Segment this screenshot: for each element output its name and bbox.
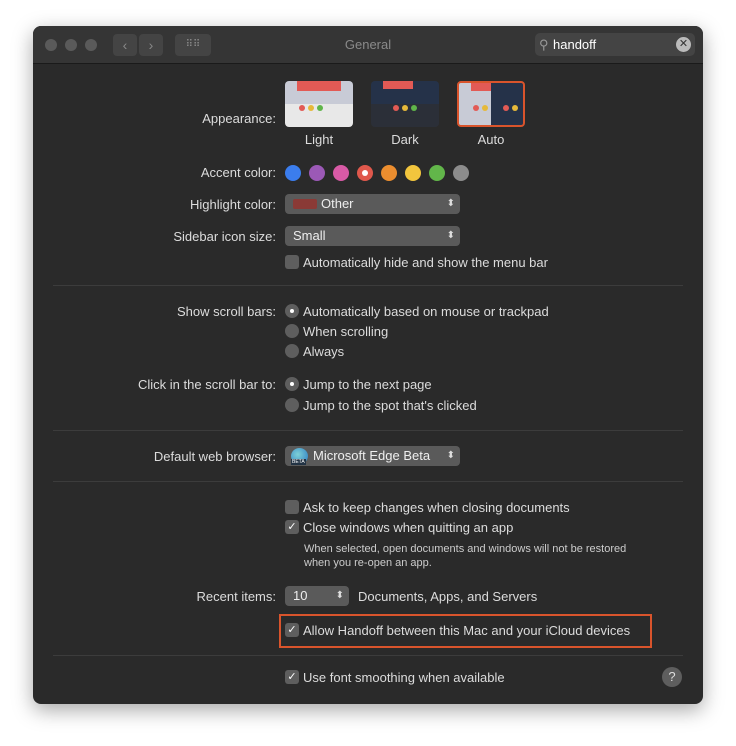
accent-swatch[interactable] [405, 165, 421, 181]
menubar-label: Automatically hide and show the menu bar [303, 255, 548, 270]
font-smoothing-checkbox[interactable]: ✓ [285, 670, 299, 684]
jump-spot-label: Jump to the spot that's clicked [303, 398, 477, 413]
recent-items-suffix: Documents, Apps, and Servers [358, 589, 538, 604]
scroll-always-radio[interactable] [285, 344, 299, 358]
font-smoothing-label: Use font smoothing when available [303, 670, 505, 685]
divider [53, 285, 683, 286]
handoff-label: Allow Handoff between this Mac and your … [303, 623, 631, 638]
magnifier-icon: ⚲ [539, 37, 549, 52]
appearance-light[interactable] [285, 81, 353, 127]
close-windows-checkbox[interactable]: ✓ [285, 520, 299, 534]
chevron-updown-icon: ⬍ [446, 230, 455, 241]
highlight-color-popup[interactable]: Other ⬍ [285, 194, 460, 214]
sidebar-value: Small [293, 228, 326, 243]
scroll-bars-label: Show scroll bars: [177, 304, 276, 319]
highlight-swatch [293, 199, 317, 209]
divider [53, 430, 683, 431]
sidebar-icon-size-label: Sidebar icon size: [173, 229, 276, 244]
accent-swatch[interactable] [429, 165, 445, 181]
appearance-light-label: Light [304, 132, 334, 147]
menubar-checkbox[interactable] [285, 255, 299, 269]
sidebar-icon-size-popup[interactable]: Small ⬍ [285, 226, 460, 246]
accent-swatch[interactable] [357, 165, 373, 181]
scroll-when-scrolling-label: When scrolling [303, 324, 389, 339]
divider [53, 481, 683, 482]
jump-spot-radio[interactable] [285, 398, 299, 412]
chevron-updown-icon: ⬍ [446, 198, 455, 209]
jump-next-page-radio[interactable] [285, 377, 299, 391]
recent-items-stepper[interactable]: 10 ⬍ [285, 586, 349, 606]
jump-next-page-label: Jump to the next page [303, 377, 432, 392]
close-windows-note: When selected, open documents and window… [304, 543, 627, 555]
accent-swatch[interactable] [381, 165, 397, 181]
recent-items-label: Recent items: [196, 589, 276, 604]
click-scroll-label: Click in the scroll bar to: [138, 377, 276, 392]
scroll-auto-radio[interactable] [285, 304, 299, 318]
appearance-auto[interactable] [457, 81, 525, 127]
scroll-when-scrolling-radio[interactable] [285, 324, 299, 338]
edge-beta-icon: BETA [291, 448, 308, 465]
highlight-color-label: Highlight color: [190, 197, 276, 212]
appearance-dark-label: Dark [391, 132, 419, 147]
recent-items-value: 10 [293, 588, 308, 603]
appearance-label: Appearance: [202, 111, 276, 126]
browser-value: Microsoft Edge Beta [313, 448, 431, 463]
accent-swatch[interactable] [309, 165, 325, 181]
close-windows-note-2: when you re-open an app. [304, 557, 432, 569]
title-bar: ‹ › ⠿⠿ General ⚲ handoff ✕ [33, 26, 703, 64]
chevron-updown-icon: ⬍ [446, 450, 455, 461]
help-button[interactable]: ? [662, 667, 682, 687]
handoff-checkbox[interactable]: ✓ [285, 623, 299, 637]
system-preferences-window: ‹ › ⠿⠿ General ⚲ handoff ✕ Appearance: L… [33, 26, 703, 704]
ask-keep-changes-checkbox[interactable] [285, 500, 299, 514]
divider [53, 655, 683, 656]
appearance-auto-label: Auto [477, 132, 505, 147]
accent-swatch[interactable] [333, 165, 349, 181]
default-browser-label: Default web browser: [153, 449, 276, 464]
search-input[interactable]: ⚲ handoff ✕ [535, 33, 695, 56]
close-windows-label: Close windows when quitting an app [303, 520, 514, 535]
default-browser-popup[interactable]: BETA Microsoft Edge Beta ⬍ [285, 446, 460, 466]
scroll-always-label: Always [303, 344, 345, 359]
accent-color-label: Accent color: [200, 165, 276, 180]
accent-swatch[interactable] [285, 165, 301, 181]
appearance-dark[interactable] [371, 81, 439, 127]
ask-keep-changes-label: Ask to keep changes when closing documen… [303, 500, 570, 515]
search-value: handoff [553, 37, 597, 52]
highlight-value: Other [321, 196, 354, 211]
clear-icon[interactable]: ✕ [676, 37, 691, 52]
accent-swatch[interactable] [453, 165, 469, 181]
beta-badge: BETA [291, 459, 306, 465]
scroll-auto-label: Automatically based on mouse or trackpad [303, 304, 549, 319]
chevron-updown-icon: ⬍ [335, 590, 344, 601]
